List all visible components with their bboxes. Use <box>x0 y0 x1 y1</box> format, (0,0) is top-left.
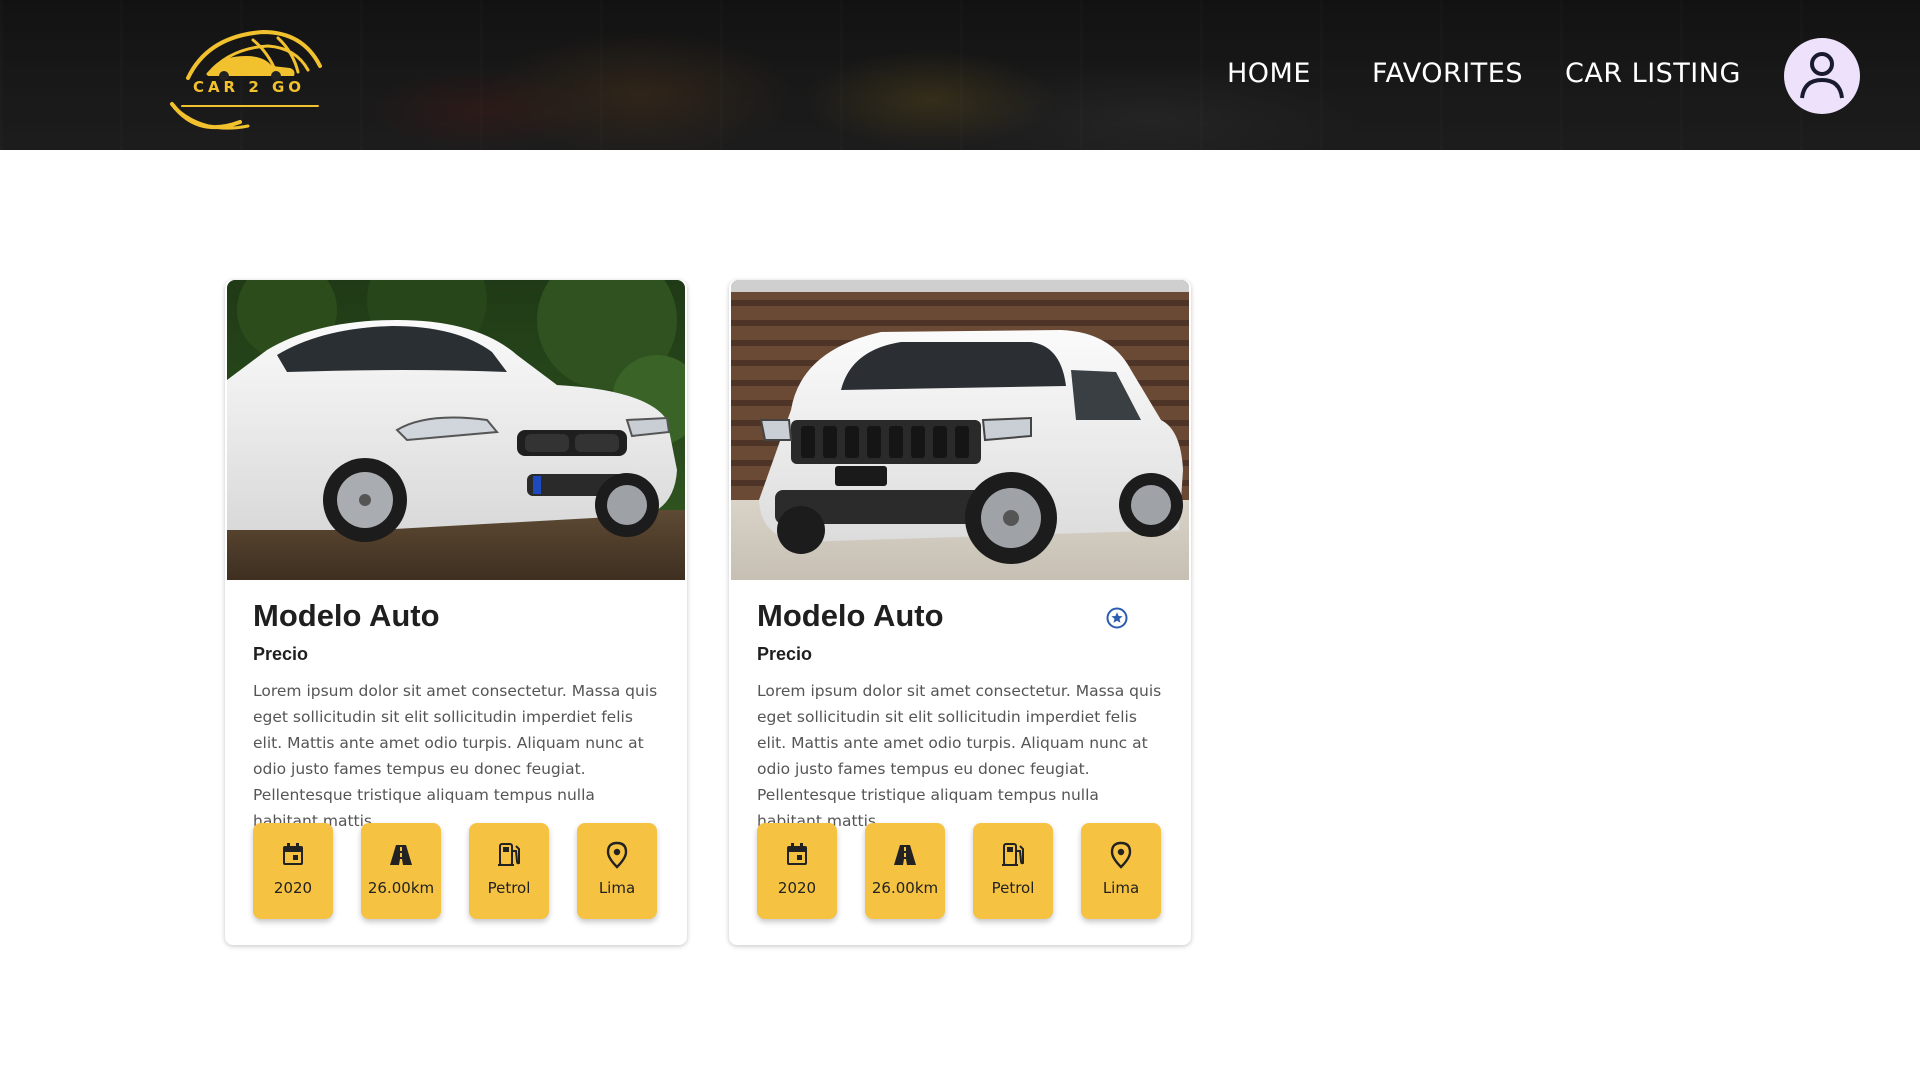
car-description: Lorem ipsum dolor sit amet consectetur. … <box>253 682 658 830</box>
spec-location-value: Lima <box>1102 879 1140 897</box>
spec-fuel: Petrol <box>469 823 549 919</box>
calendar-icon <box>283 843 303 865</box>
nav-home[interactable]: HOME <box>1227 58 1311 89</box>
car-specs: 2020 26.00km Petrol Lima <box>757 823 1177 919</box>
spec-mileage: 26.00km <box>865 823 945 919</box>
location-pin-icon <box>606 841 628 869</box>
spec-mileage: 26.00km <box>361 823 441 919</box>
star-circle-icon[interactable] <box>1105 606 1129 630</box>
nav-favorites[interactable]: FAVORITES <box>1372 58 1523 89</box>
spec-year: 2020 <box>253 823 333 919</box>
top-header: CAR 2 GO HOME FAVORITES CAR LISTING <box>0 0 1920 150</box>
car-title: Modelo Auto <box>757 598 944 633</box>
spec-year-value: 2020 <box>273 879 313 897</box>
spec-fuel-value: Petrol <box>991 879 1035 897</box>
spec-year-value: 2020 <box>777 879 817 897</box>
spec-mileage-value: 26.00km <box>367 879 435 897</box>
spec-location-value: Lima <box>598 879 636 897</box>
car-card[interactable]: Modelo Auto Precio Lorem ipsum dolor sit… <box>729 280 1191 945</box>
fuel-pump-icon <box>498 843 520 866</box>
user-icon <box>1800 52 1844 99</box>
spec-location: Lima <box>577 823 657 919</box>
brand-name: CAR 2 GO <box>192 78 306 96</box>
spec-year: 2020 <box>757 823 837 919</box>
road-icon <box>390 845 412 865</box>
calendar-icon <box>787 843 807 865</box>
location-pin-icon <box>1110 841 1132 869</box>
car-description: Lorem ipsum dolor sit amet consectetur. … <box>757 682 1162 830</box>
brand-logo[interactable]: CAR 2 GO <box>168 26 328 134</box>
car-photo-suv[interactable] <box>731 280 1189 580</box>
road-icon <box>894 845 916 865</box>
car-price: Precio <box>757 644 813 664</box>
spec-fuel-value: Petrol <box>487 879 531 897</box>
car-specs: 2020 26.00km Petrol Lima <box>253 823 673 919</box>
car-photo-sedan[interactable] <box>227 280 685 580</box>
user-avatar-button[interactable] <box>1784 38 1860 114</box>
nav-car-listing[interactable]: CAR LISTING <box>1565 58 1741 89</box>
spec-location: Lima <box>1081 823 1161 919</box>
fuel-pump-icon <box>1002 843 1024 866</box>
car-price: Precio <box>253 644 309 664</box>
car-title: Modelo Auto <box>253 598 440 633</box>
spec-mileage-value: 26.00km <box>871 879 939 897</box>
spec-fuel: Petrol <box>973 823 1053 919</box>
car-card[interactable]: Modelo Auto Precio Lorem ipsum dolor sit… <box>225 280 687 945</box>
